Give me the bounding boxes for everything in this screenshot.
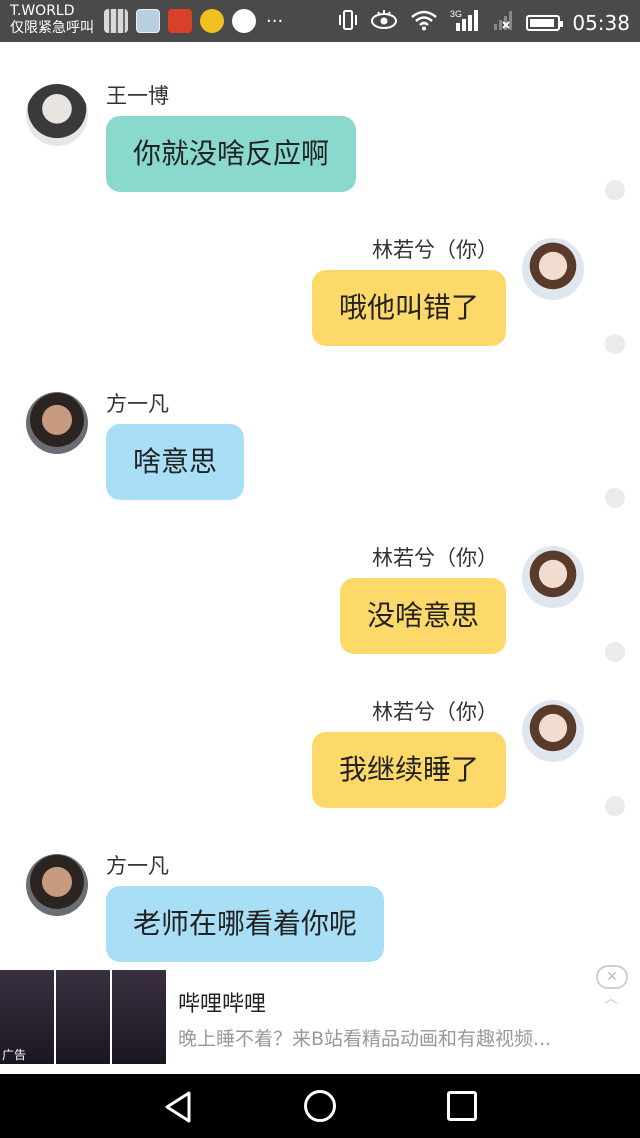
status-bar: T.WORLD 仅限紧急呼叫 ··· 3G 05:38 bbox=[0, 0, 640, 42]
message-bubble[interactable]: 没啥意思 bbox=[339, 578, 506, 654]
carrier-info: T.WORLD 仅限紧急呼叫 bbox=[10, 3, 94, 37]
scroll-dot bbox=[605, 180, 625, 200]
avatar[interactable] bbox=[26, 392, 88, 454]
sender-name: 林若兮（你） bbox=[372, 238, 498, 262]
message-bubble[interactable]: 哦他叫错了 bbox=[311, 270, 506, 346]
recents-icon[interactable] bbox=[447, 1091, 477, 1121]
close-icon[interactable]: ✕ bbox=[596, 965, 628, 989]
avatar[interactable] bbox=[26, 854, 88, 916]
app-grid-icon bbox=[104, 9, 128, 33]
wifi-icon bbox=[410, 9, 438, 36]
ad-title: 哔哩哔哩 bbox=[178, 992, 267, 1017]
avatar[interactable] bbox=[522, 700, 584, 762]
sender-name: 王一博 bbox=[106, 84, 169, 108]
system-indicators: 3G 05:38 bbox=[338, 8, 630, 37]
eye-icon bbox=[370, 10, 398, 35]
navigation-bar bbox=[0, 1074, 640, 1138]
emergency-only-label: 仅限紧急呼叫 bbox=[10, 20, 94, 36]
home-icon[interactable] bbox=[304, 1090, 336, 1122]
vibrate-icon bbox=[338, 9, 358, 36]
scroll-dot bbox=[605, 488, 625, 508]
message-bubble[interactable]: 你就没啥反应啊 bbox=[106, 116, 357, 192]
signal-icon: 3G bbox=[450, 8, 480, 37]
panda-app-icon bbox=[200, 9, 224, 33]
ad-badge: 广告 bbox=[2, 1048, 27, 1062]
sender-name: 林若兮（你） bbox=[372, 700, 498, 724]
back-icon[interactable] bbox=[163, 1091, 193, 1127]
carrier-name: T.WORLD bbox=[10, 3, 75, 19]
clock: 05:38 bbox=[572, 10, 630, 35]
no-signal-icon bbox=[492, 9, 514, 36]
sender-name: 方一凡 bbox=[106, 854, 169, 878]
notification-icons: ··· bbox=[104, 9, 283, 33]
ad-banner[interactable]: 广告 哔哩哔哩 晚上睡不着？来B站看精品动画和有趣视频... ✕ ︿ bbox=[0, 962, 640, 1074]
network-type-label: 3G bbox=[450, 9, 462, 19]
message-bubble[interactable]: 老师在哪看着你呢 bbox=[106, 886, 385, 962]
chevron-up-icon[interactable]: ︿ bbox=[604, 988, 618, 1008]
avatar[interactable] bbox=[26, 84, 88, 146]
scroll-dot bbox=[605, 334, 625, 354]
ad-thumbnail: 广告 bbox=[0, 970, 54, 1064]
message-bubble[interactable]: 啥意思 bbox=[106, 424, 245, 500]
avatar[interactable] bbox=[522, 546, 584, 608]
message-bubble[interactable]: 我继续睡了 bbox=[311, 732, 506, 808]
scroll-dot bbox=[605, 642, 625, 662]
sender-name: 方一凡 bbox=[106, 392, 169, 416]
ad-thumbnail bbox=[56, 970, 110, 1064]
qq-icon bbox=[232, 9, 256, 33]
battery-icon bbox=[526, 14, 564, 31]
sender-name: 林若兮（你） bbox=[372, 546, 498, 570]
more-notifications-icon: ··· bbox=[266, 10, 284, 32]
ad-thumbnail bbox=[112, 970, 166, 1064]
app-red-icon bbox=[168, 9, 192, 33]
ad-description: 晚上睡不着？来B站看精品动画和有趣视频... bbox=[178, 1028, 552, 1050]
gallery-icon bbox=[136, 9, 160, 33]
avatar[interactable] bbox=[522, 238, 584, 300]
scroll-dot bbox=[605, 796, 625, 816]
